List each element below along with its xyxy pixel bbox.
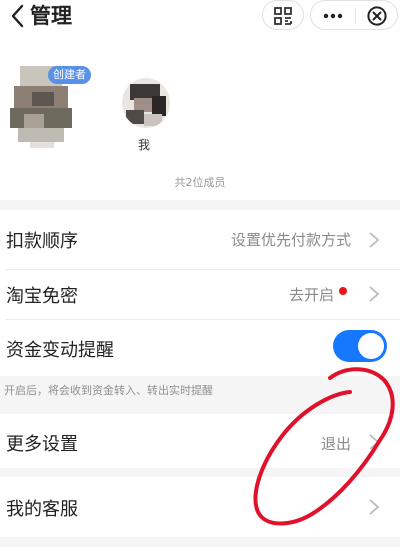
my-name: 我	[138, 138, 151, 152]
chevron-left-icon	[11, 4, 24, 28]
close-button[interactable]	[366, 5, 388, 27]
red-dot-badge	[339, 287, 347, 295]
page-title: 管理	[30, 4, 72, 28]
row-deduction-order[interactable]: 扣款顺序 设置优先付款方式	[0, 210, 400, 270]
chevron-right-icon	[369, 499, 380, 515]
row-customer-service[interactable]: 我的客服	[0, 477, 400, 537]
fund-alert-hint: 开启后，将会收到资金转入、转出实时提醒	[4, 376, 400, 410]
creator-badge: 创建者	[48, 66, 91, 84]
row-label: 资金变动提醒	[6, 340, 114, 361]
back-button[interactable]	[8, 3, 28, 29]
row-taobao-free[interactable]: 淘宝免密 去开启	[0, 270, 400, 320]
capsule-divider	[355, 8, 356, 24]
row-more-settings[interactable]: 更多设置 退出	[0, 414, 400, 468]
row-label: 淘宝免密	[6, 286, 78, 307]
member-count: 共2位成员	[174, 176, 226, 189]
scan-icon	[274, 7, 292, 25]
row-label: 我的客服	[6, 499, 78, 520]
members-section: 创建者 我 共2位成员	[0, 34, 400, 200]
fund-alert-toggle[interactable]	[333, 330, 387, 362]
top-bar: 管理	[0, 0, 400, 34]
my-avatar[interactable]	[122, 78, 170, 128]
more-button[interactable]	[322, 5, 344, 27]
close-circle-icon	[367, 6, 387, 26]
row-label: 扣款顺序	[6, 231, 78, 252]
toggle-knob	[358, 333, 384, 359]
more-dots-icon	[323, 13, 343, 19]
row-value: 设置优先付款方式	[230, 231, 351, 249]
chevron-right-icon	[369, 286, 380, 302]
row-value: 退出	[320, 435, 351, 453]
row-value: 去开启	[288, 286, 334, 304]
menu-capsule	[310, 0, 398, 30]
row-label: 更多设置	[6, 434, 78, 455]
scan-button[interactable]	[272, 5, 294, 27]
scan-capsule	[262, 0, 304, 30]
chevron-right-icon	[369, 232, 380, 248]
chevron-right-icon	[369, 434, 380, 450]
